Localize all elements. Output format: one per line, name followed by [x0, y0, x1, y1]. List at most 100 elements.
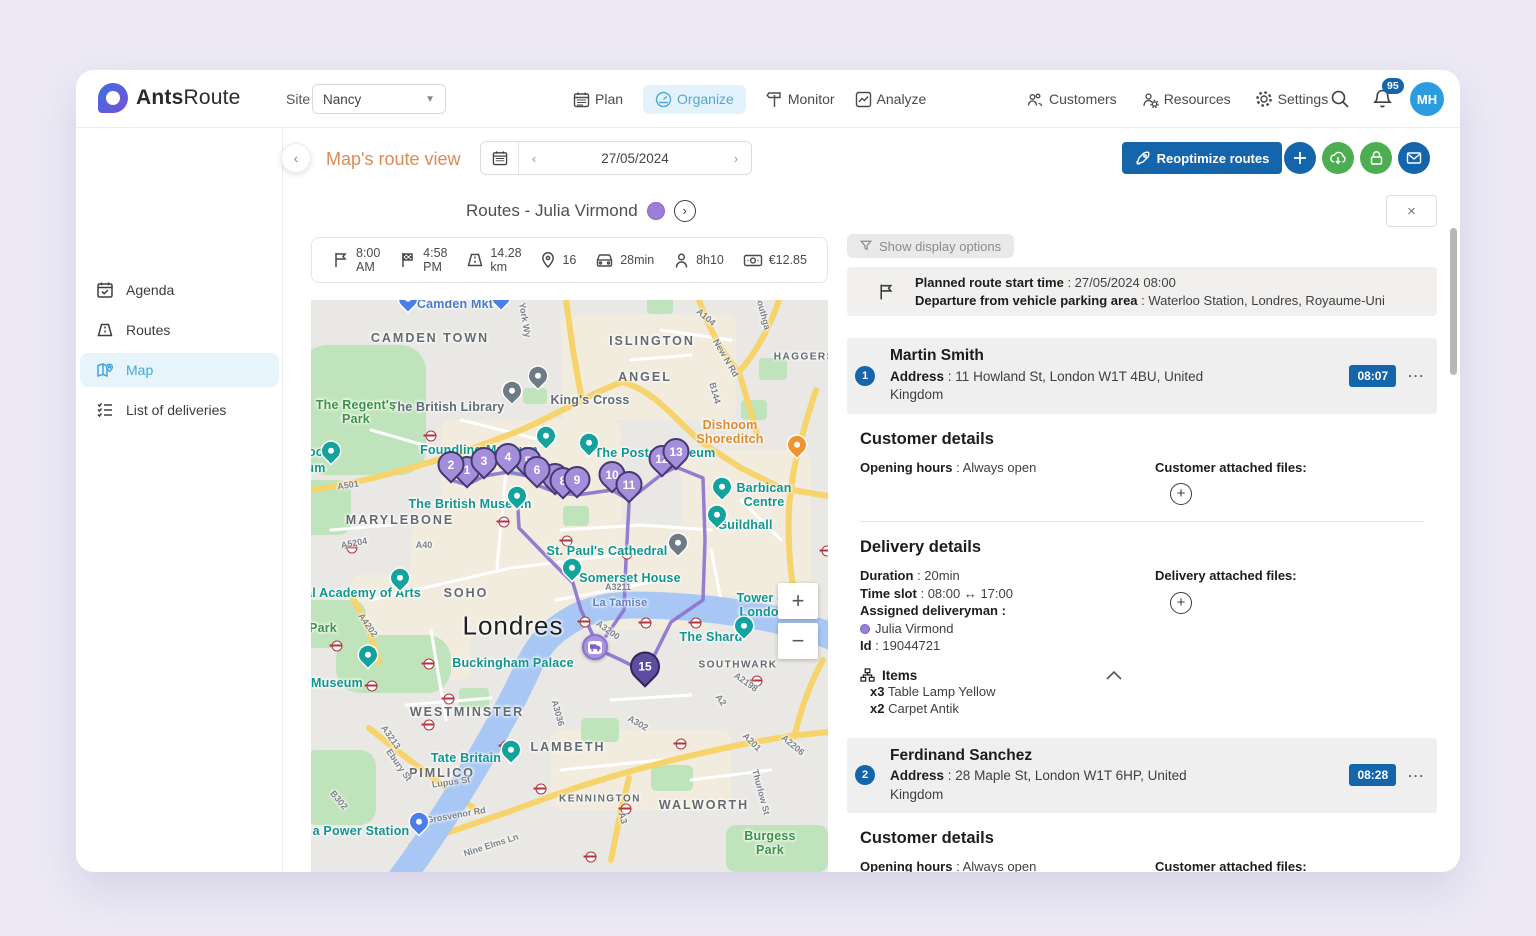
map-road-label: A104 — [695, 306, 718, 327]
envelope-icon — [1406, 151, 1422, 165]
customer-details-title: Customer details — [860, 829, 1437, 848]
map-road-label: A3036 — [550, 699, 567, 727]
map-poi-pin — [576, 430, 601, 455]
map-district-label: WALWORTH — [659, 798, 749, 812]
collapse-sidebar-button[interactable]: ‹ — [281, 143, 311, 173]
stat-distance: 14.28km — [466, 246, 521, 274]
map-road-label: B144 — [707, 381, 722, 404]
filter-icon — [860, 240, 872, 252]
map-poi-pin — [784, 432, 809, 457]
map-poi-label: Park — [311, 621, 337, 635]
avatar[interactable]: MH — [1410, 82, 1444, 116]
add-customer-file-button[interactable]: + — [1170, 483, 1192, 505]
underground-icon — [498, 516, 509, 527]
agenda-icon — [96, 281, 114, 299]
map-poi-pin — [709, 474, 734, 499]
map-poi-pin — [395, 300, 420, 312]
sidebar-item-map[interactable]: Map — [80, 353, 279, 387]
map-district-label: LAMBETH — [530, 740, 605, 754]
stop-menu-button[interactable]: ... — [1408, 765, 1425, 786]
person-icon — [673, 252, 690, 269]
sidebar-item-agenda[interactable]: Agenda — [80, 273, 279, 307]
underground-icon — [821, 545, 829, 556]
search-button[interactable] — [1330, 89, 1350, 109]
underground-icon — [346, 542, 357, 553]
map-poi-label: a Power Station — [313, 824, 410, 838]
next-day-button[interactable]: › — [721, 142, 751, 174]
add-delivery-file-button[interactable]: + — [1170, 592, 1192, 614]
map-poi-label: um — [311, 461, 326, 475]
stop-card-header-1[interactable]: 1 Martin Smith Address : 11 Howland St, … — [847, 338, 1437, 414]
map-poi-label: Camden Mkt — [417, 300, 493, 311]
sidebar-item-routes[interactable]: Routes — [80, 313, 279, 347]
site-selector[interactable]: Nancy ▼ — [312, 84, 446, 114]
rocket-icon — [1135, 151, 1150, 166]
section-divider — [860, 521, 1424, 522]
delivery-timeslot: Time slot : 08:00 ↔ 17:00 — [860, 585, 1155, 603]
signpost-icon — [766, 91, 783, 108]
map-canvas[interactable]: CAMDEN TOWNISLINGTONANGELHAGGERSTONMARYL… — [311, 300, 828, 872]
nav-resources[interactable]: Resources — [1141, 91, 1231, 108]
checklist-icon — [96, 401, 114, 419]
chevron-up-icon — [1106, 671, 1122, 680]
nav-customers[interactable]: Customers — [1026, 91, 1117, 108]
map-zoom-out-button[interactable]: − — [778, 623, 818, 659]
panel-scrollbar-thumb[interactable] — [1450, 228, 1457, 375]
map-zoom-in-button[interactable]: + — [778, 583, 818, 619]
underground-icon — [675, 738, 686, 749]
calendar-picker-button[interactable] — [481, 142, 519, 174]
reoptimize-routes-button[interactable]: Reoptimize routes — [1122, 142, 1282, 174]
underground-icon — [423, 719, 434, 730]
map-road-label: A40 — [416, 540, 433, 550]
calendar-icon — [573, 91, 590, 108]
map-poi-label: Dishoom Shoreditch — [681, 418, 779, 446]
map-poi-pin — [731, 613, 756, 638]
underground-icon — [443, 693, 454, 704]
road-icon — [466, 251, 484, 269]
map-stop-marker-15[interactable]: 15 — [624, 645, 666, 687]
underground-icon — [425, 430, 436, 441]
site-selector-value: Nancy — [323, 92, 361, 107]
items-toggle[interactable]: Items — [860, 668, 1122, 683]
map-poi-label: Tate Britain — [431, 751, 501, 765]
add-button[interactable] — [1284, 142, 1316, 174]
show-display-options-button[interactable]: Show display options — [847, 234, 1014, 258]
person-gear-icon — [1141, 91, 1159, 108]
flag-icon — [332, 251, 350, 269]
lock-button[interactable] — [1360, 142, 1392, 174]
tab-monitor[interactable]: Monitor — [766, 91, 835, 108]
route-title: Routes - Julia Virmond — [466, 201, 638, 221]
tab-plan[interactable]: Plan — [573, 91, 623, 108]
route-start-info: Planned route start time : 27/05/2024 08… — [847, 267, 1437, 316]
map-district-label: WESTMINSTER — [410, 705, 524, 719]
brand-logo[interactable]: AntsRoute — [98, 83, 241, 113]
item-row: x3 Table Lamp Yellow — [870, 683, 1437, 701]
map-road-label: A201 — [741, 731, 763, 753]
opening-hours: Opening hours : Always open — [860, 858, 1155, 872]
customer-name: Ferdinand Sanchez — [890, 747, 1220, 766]
previous-day-button[interactable]: ‹ — [519, 142, 549, 174]
stop-card-header-2[interactable]: 2 Ferdinand Sanchez Address : 28 Maple S… — [847, 738, 1437, 814]
map-road-label: A501 — [337, 479, 360, 492]
tab-analyze[interactable]: Analyze — [855, 91, 927, 108]
map-road-label: A3213 — [379, 723, 402, 750]
next-route-button[interactable]: › — [674, 200, 696, 222]
email-button[interactable] — [1398, 142, 1430, 174]
underground-icon — [561, 535, 572, 546]
map-poi-pin — [533, 423, 558, 448]
underground-icon — [751, 675, 762, 686]
map-district-label: ISLINGTON — [609, 334, 695, 348]
sidebar-item-list-of-deliveries[interactable]: List of deliveries — [80, 393, 279, 427]
plus-icon — [1292, 150, 1308, 166]
calendar-icon — [492, 150, 508, 166]
map-poi-label: Somerset House — [579, 571, 680, 585]
stop-menu-button[interactable]: ... — [1408, 365, 1425, 386]
tab-organize[interactable]: Organize — [643, 85, 746, 114]
close-panel-button[interactable]: × — [1386, 195, 1437, 227]
cloud-download-button[interactable] — [1322, 142, 1354, 174]
map-road-label: Grosvenor Rd — [426, 805, 487, 825]
nav-settings[interactable]: Settings — [1255, 90, 1329, 108]
vehicle-marker[interactable] — [582, 634, 608, 660]
stop-number-badge: 1 — [855, 366, 875, 386]
map-poi-label: La Tamise — [593, 597, 648, 609]
